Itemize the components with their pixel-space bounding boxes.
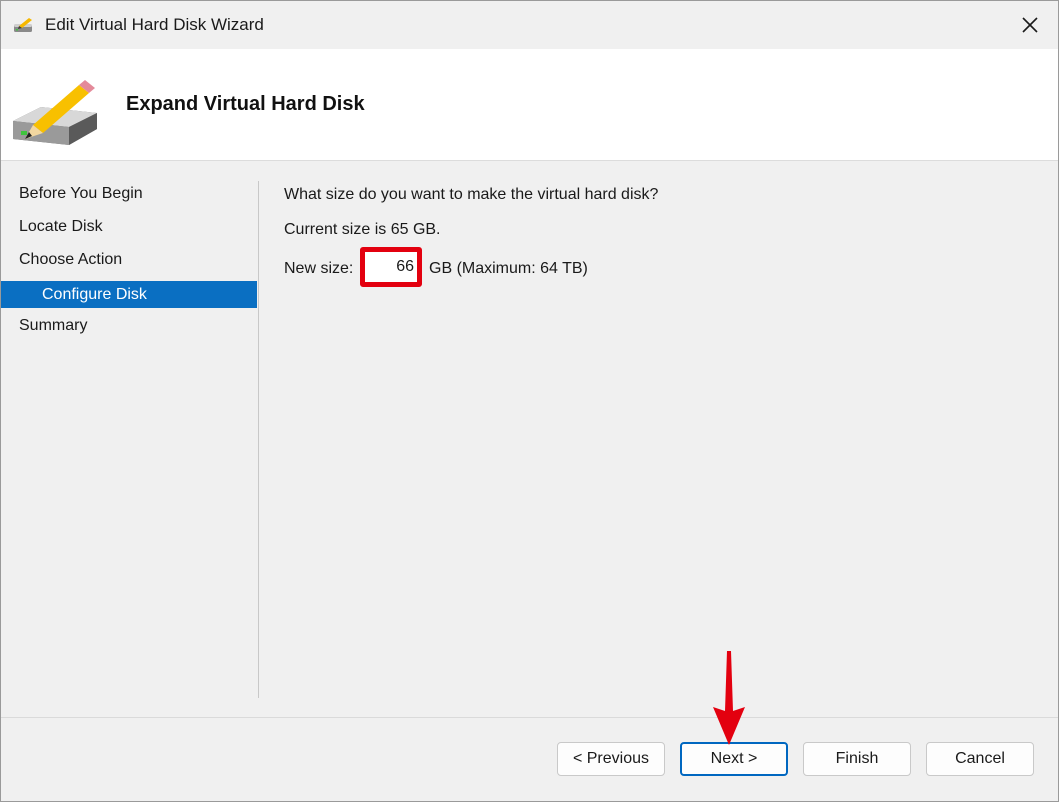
wizard-window: Edit Virtual Hard Disk Wizard Expand Vir… xyxy=(0,0,1059,802)
wizard-header: Expand Virtual Hard Disk xyxy=(1,49,1058,161)
wizard-steps: Before You Begin Locate Disk Choose Acti… xyxy=(1,179,257,344)
finish-button[interactable]: Finish xyxy=(803,742,911,776)
close-button[interactable] xyxy=(1002,1,1058,49)
size-unit-text: GB (Maximum: 64 TB) xyxy=(429,260,588,277)
step-locate-disk[interactable]: Locate Disk xyxy=(1,212,257,245)
step-configure-disk[interactable]: Configure Disk xyxy=(1,281,257,308)
new-size-highlight xyxy=(360,247,422,287)
cancel-button[interactable]: Cancel xyxy=(926,742,1034,776)
close-icon xyxy=(1022,17,1038,33)
divider xyxy=(258,181,259,698)
size-question: What size do you want to make the virtua… xyxy=(284,186,659,203)
red-down-arrow-icon xyxy=(713,651,745,745)
hard-disk-pencil-icon xyxy=(13,80,97,145)
previous-button[interactable]: < Previous xyxy=(557,742,665,776)
footer-divider xyxy=(1,717,1058,718)
step-before-you-begin[interactable]: Before You Begin xyxy=(1,179,257,212)
window-title: Edit Virtual Hard Disk Wizard xyxy=(45,15,264,34)
step-choose-action[interactable]: Choose Action xyxy=(1,245,257,278)
disk-edit-icon xyxy=(14,18,32,32)
current-size-text: Current size is 65 GB. xyxy=(284,221,441,238)
page-title: Expand Virtual Hard Disk xyxy=(126,93,365,115)
new-size-label: New size: xyxy=(284,260,354,277)
next-button[interactable]: Next > xyxy=(680,742,788,776)
new-size-input[interactable] xyxy=(368,255,416,279)
step-summary[interactable]: Summary xyxy=(1,311,257,344)
title-bar: Edit Virtual Hard Disk Wizard xyxy=(1,1,1058,49)
